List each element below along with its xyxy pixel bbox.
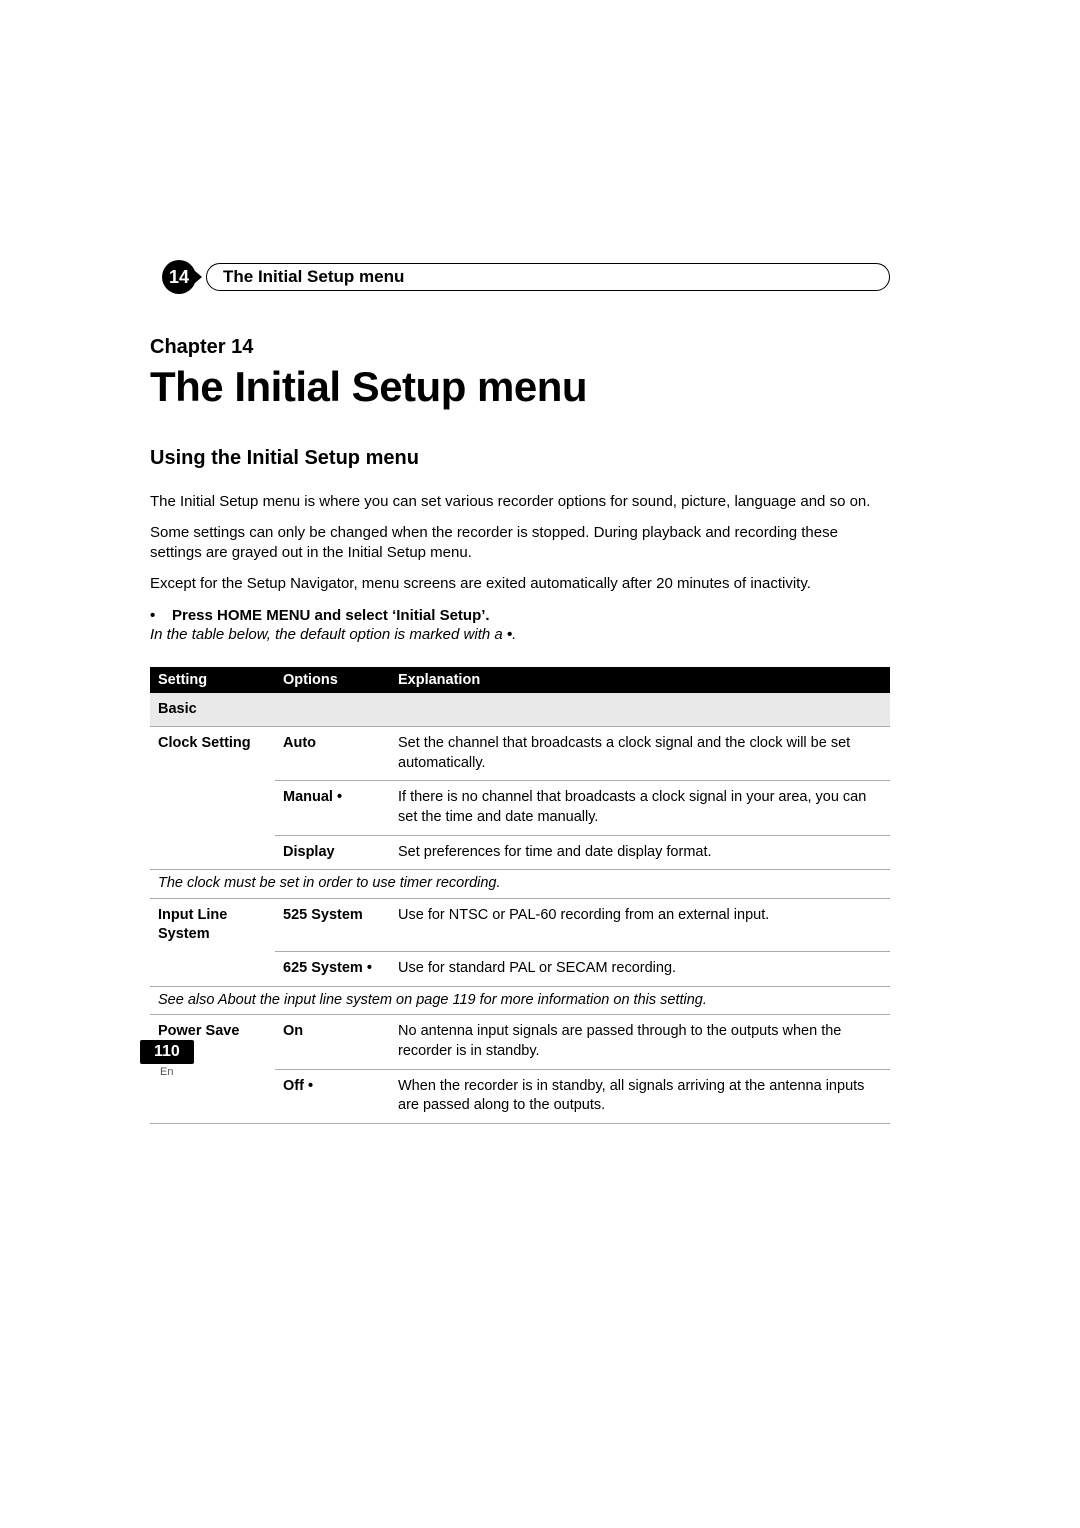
option-cell: 625 System • [275, 952, 390, 987]
option-cell: On [275, 1015, 390, 1069]
option-text: Manual [283, 789, 333, 805]
section-title: Using the Initial Setup menu [150, 447, 890, 470]
chapter-number: 14 [169, 267, 189, 288]
option-text: 625 System [283, 960, 363, 976]
table-row: Display Set preferences for time and dat… [150, 835, 890, 870]
default-note: In the table below, the default option i… [150, 626, 890, 643]
default-marker-icon: • [337, 789, 342, 805]
col-explanation: Explanation [390, 667, 890, 693]
option-cell: Off • [275, 1069, 390, 1123]
intro-paragraph-2: Some settings can only be changed when t… [150, 523, 890, 564]
default-note-suffix: . [512, 626, 516, 643]
option-cell: Auto [275, 727, 390, 781]
page-footer: 110 En [140, 1040, 194, 1078]
explanation-cell: Use for NTSC or PAL-60 recording from an… [390, 898, 890, 952]
page-number-badge: 110 [140, 1040, 194, 1064]
option-text: Off [283, 1078, 304, 1094]
explanation-cell: Use for standard PAL or SECAM recording. [390, 952, 890, 987]
page-language: En [160, 1066, 194, 1078]
note-cell: See also About the input line system on … [150, 986, 890, 1015]
option-cell: 525 System [275, 898, 390, 952]
table-header-row: Setting Options Explanation [150, 667, 890, 693]
bullet-dot-icon: • [150, 607, 172, 624]
intro-paragraph-1: The Initial Setup menu is where you can … [150, 492, 890, 513]
chapter-title-pill: The Initial Setup menu [206, 263, 890, 291]
page-number: 110 [154, 1043, 180, 1060]
col-setting: Setting [150, 667, 275, 693]
default-note-prefix: In the table below, the default option i… [150, 626, 507, 643]
group-basic: Basic [150, 693, 890, 727]
explanation-cell: Set the channel that broadcasts a clock … [390, 727, 890, 781]
note-cell: The clock must be set in order to use ti… [150, 870, 890, 899]
col-options: Options [275, 667, 390, 693]
instruction-bullet: • Press HOME MENU and select ‘Initial Se… [150, 607, 890, 624]
setting-cell [150, 835, 275, 870]
table-group-row: Basic [150, 693, 890, 727]
explanation-cell: If there is no channel that broadcasts a… [390, 781, 890, 835]
settings-table: Setting Options Explanation Basic Clock … [150, 667, 890, 1124]
table-row: 625 System • Use for standard PAL or SEC… [150, 952, 890, 987]
explanation-cell: When the recorder is in standby, all sig… [390, 1069, 890, 1123]
setting-cell [150, 952, 275, 987]
table-row: Manual • If there is no channel that bro… [150, 781, 890, 835]
default-marker-icon: • [308, 1078, 313, 1094]
chapter-number-badge: 14 [162, 260, 196, 294]
setting-cell: Input Line System [150, 898, 275, 952]
chapter-header-bar: 14 The Initial Setup menu [150, 260, 890, 296]
setting-cell: Clock Setting [150, 727, 275, 781]
page-title: The Initial Setup menu [150, 363, 890, 411]
table-note-row: The clock must be set in order to use ti… [150, 870, 890, 899]
instruction-text: Press HOME MENU and select ‘Initial Setu… [172, 607, 490, 624]
explanation-cell: No antenna input signals are passed thro… [390, 1015, 890, 1069]
table-row: Power Save On No antenna input signals a… [150, 1015, 890, 1069]
option-cell: Manual • [275, 781, 390, 835]
page-content: 14 The Initial Setup menu Chapter 14 The… [150, 260, 890, 1124]
table-row: Input Line System 525 System Use for NTS… [150, 898, 890, 952]
table-row: Clock Setting Auto Set the channel that … [150, 727, 890, 781]
option-cell: Display [275, 835, 390, 870]
intro-paragraph-3: Except for the Setup Navigator, menu scr… [150, 574, 890, 595]
table-note-row: See also About the input line system on … [150, 986, 890, 1015]
explanation-cell: Set preferences for time and date displa… [390, 835, 890, 870]
chapter-pill-text: The Initial Setup menu [223, 267, 404, 287]
chapter-label: Chapter 14 [150, 336, 890, 359]
default-marker-icon: • [367, 960, 372, 976]
setting-cell [150, 781, 275, 835]
table-row: Off • When the recorder is in standby, a… [150, 1069, 890, 1123]
